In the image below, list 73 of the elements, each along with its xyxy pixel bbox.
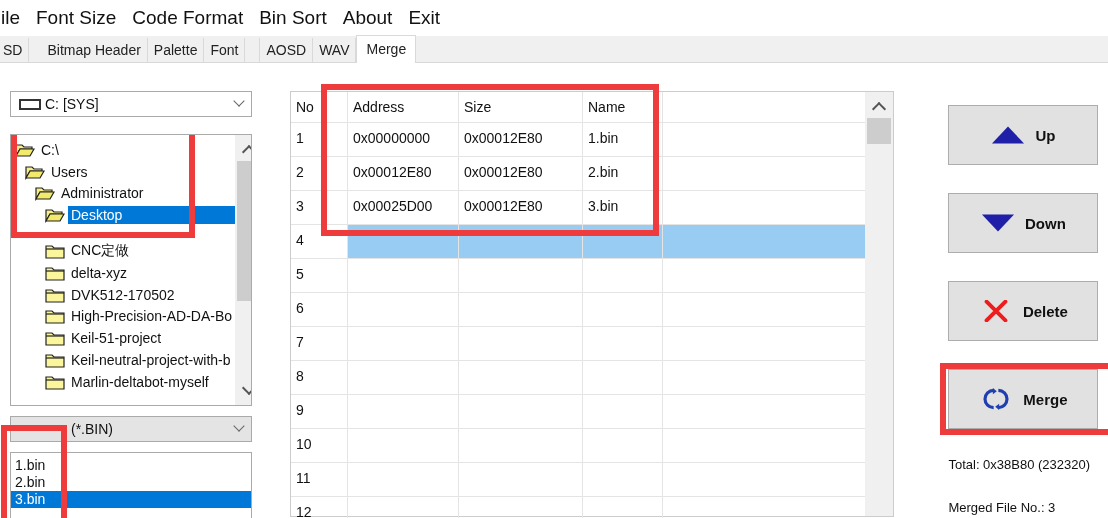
- open-folder-icon: [15, 141, 35, 158]
- action-button[interactable]: Down: [948, 193, 1099, 253]
- file-item[interactable]: 3.bin: [11, 491, 251, 508]
- drive-value: C: [SYS]: [45, 96, 99, 112]
- folder-item[interactable]: CNC定做: [68, 241, 133, 262]
- filter-value: (*.BIN): [71, 421, 113, 437]
- open-folder-icon: [35, 185, 55, 202]
- folder-item[interactable]: DVK512-170502: [68, 285, 178, 304]
- folder-icon: [45, 373, 65, 390]
- folder-item[interactable]: C:\: [38, 140, 62, 159]
- row-number: 10: [291, 429, 348, 462]
- folder-item[interactable]: Keil-neutral-project-with-b: [68, 351, 234, 370]
- open-folder-icon: [45, 207, 65, 224]
- open-folder-icon: [25, 163, 45, 180]
- row-number: 3: [291, 191, 348, 224]
- table-cell: 1.bin: [583, 123, 663, 156]
- table-cell: 2.bin: [583, 157, 663, 190]
- column-header[interactable]: No: [291, 92, 348, 122]
- merged-count-text: Merged File No.: 3: [948, 500, 1057, 515]
- table-cell: 0x00012E80: [348, 157, 459, 190]
- table-cell: 0x00012E80: [459, 191, 583, 224]
- folder-icon: [45, 243, 65, 260]
- folder-icon: [45, 308, 65, 325]
- folder-icon: [45, 286, 65, 303]
- folder-item[interactable]: High-Precision-AD-DA-Bo: [68, 307, 236, 326]
- folder-item[interactable]: delta-xyz: [68, 263, 131, 282]
- menu-item[interactable]: About: [342, 7, 393, 29]
- action-button[interactable]: Merge: [948, 369, 1099, 429]
- file-item[interactable]: 2.bin: [11, 474, 251, 491]
- row-number: 2: [291, 157, 348, 190]
- folder-item[interactable]: Users: [48, 162, 91, 181]
- total-text: Total: 0x38B80 (232320): [948, 457, 1092, 472]
- tab[interactable]: AOSD: [259, 38, 314, 62]
- menu-item[interactable]: Code Format: [132, 7, 244, 29]
- row-number: 7: [291, 327, 348, 360]
- menu-item[interactable]: ile: [1, 7, 20, 29]
- column-header[interactable]: Name: [583, 92, 663, 122]
- folder-item[interactable]: Desktop: [68, 206, 236, 225]
- folder-icon: [45, 330, 65, 347]
- folder-icon: [45, 264, 65, 281]
- column-header[interactable]: Address: [348, 92, 459, 122]
- table-cell: 0x00012E80: [459, 157, 583, 190]
- row-number: 12: [291, 497, 348, 518]
- scroll-thumb[interactable]: [867, 118, 892, 144]
- row-number: 6: [291, 293, 348, 326]
- row-number: 9: [291, 395, 348, 428]
- menu-item[interactable]: Font Size: [36, 7, 117, 29]
- tab[interactable]: Merge: [356, 35, 417, 63]
- table-cell: 0x00012E80: [459, 123, 583, 156]
- folder-item[interactable]: Marlin-deltabot-myself: [68, 372, 212, 391]
- tab[interactable]: SD: [0, 38, 30, 62]
- table-cell: 0x00025D00: [348, 191, 459, 224]
- row-number: 1: [291, 123, 348, 156]
- menu-item[interactable]: Exit: [408, 7, 441, 29]
- triangle-down-icon: [981, 212, 1015, 234]
- action-button[interactable]: Up: [948, 105, 1099, 165]
- drive-icon: [19, 98, 41, 110]
- row-number: 11: [291, 463, 348, 496]
- column-header[interactable]: Size: [459, 92, 583, 122]
- action-button[interactable]: Delete: [948, 281, 1099, 341]
- filter-dropdown[interactable]: (*.BIN): [10, 416, 252, 442]
- folder-item[interactable]: Administrator: [58, 184, 147, 203]
- table-cell: 0x00000000: [348, 123, 459, 156]
- triangle-up-icon: [991, 124, 1026, 146]
- folder-icon: [45, 352, 65, 369]
- row-number: 5: [291, 259, 348, 292]
- scrollbar[interactable]: [865, 92, 894, 516]
- table-cell: 3.bin: [583, 191, 663, 224]
- file-item[interactable]: 1.bin: [11, 457, 251, 474]
- folder-item[interactable]: Keil-51-project: [68, 329, 165, 348]
- menu-item[interactable]: Bin Sort: [259, 7, 327, 29]
- row-number: 8: [291, 361, 348, 394]
- drive-dropdown[interactable]: C: [SYS]: [10, 91, 252, 117]
